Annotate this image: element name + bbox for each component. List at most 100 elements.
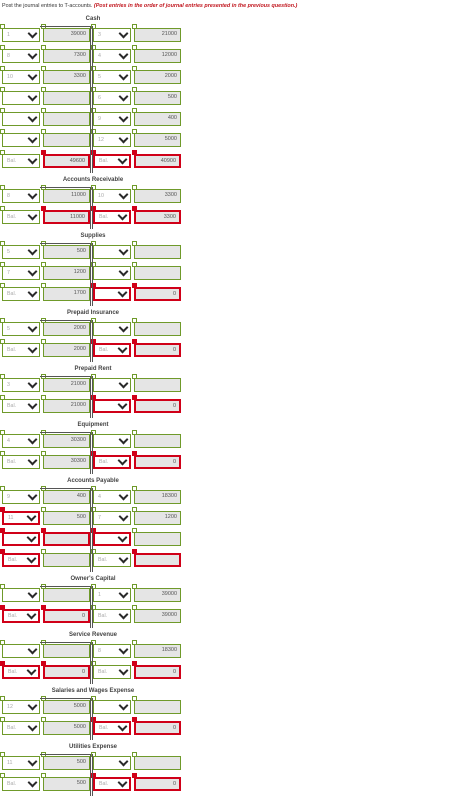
entry-amount-debit[interactable]: 5000: [43, 700, 90, 714]
balance-date-select-debit[interactable]: Bal.: [2, 210, 40, 224]
entry-amount-credit[interactable]: 500: [134, 91, 181, 105]
balance-amount-credit[interactable]: 0: [134, 287, 181, 301]
entry-amount-credit[interactable]: [134, 434, 181, 448]
balance-amount-debit[interactable]: 49600: [43, 154, 90, 168]
entry-date-select-debit[interactable]: [2, 133, 40, 147]
entry-date-select-credit[interactable]: [93, 266, 131, 280]
balance-date-select-credit[interactable]: Bal.: [93, 609, 131, 623]
entry-date-select-debit[interactable]: 7: [2, 266, 40, 280]
entry-date-select-credit[interactable]: [93, 245, 131, 259]
entry-amount-debit[interactable]: [43, 91, 90, 105]
balance-date-select-debit[interactable]: Bal.: [2, 721, 40, 735]
entry-date-select-debit[interactable]: 4: [2, 434, 40, 448]
entry-amount-credit[interactable]: 1200: [134, 511, 181, 525]
balance-amount-debit[interactable]: 21000: [43, 399, 90, 413]
entry-date-select-credit[interactable]: 7: [93, 511, 131, 525]
entry-date-select-credit[interactable]: 6: [93, 91, 131, 105]
entry-date-select-credit[interactable]: [93, 322, 131, 336]
entry-amount-debit[interactable]: 1200: [43, 266, 90, 280]
entry-date-select-debit[interactable]: 5: [2, 245, 40, 259]
balance-amount-debit[interactable]: [43, 553, 90, 567]
balance-date-select-debit[interactable]: Bal.: [2, 665, 40, 679]
entry-date-select-credit[interactable]: 12: [93, 133, 131, 147]
balance-date-select-credit[interactable]: Bal.: [93, 553, 131, 567]
entry-amount-debit[interactable]: 500: [43, 245, 90, 259]
entry-amount-debit[interactable]: 7300: [43, 49, 90, 63]
balance-date-select-credit[interactable]: Bal.: [93, 455, 131, 469]
entry-date-select-debit[interactable]: 8: [2, 189, 40, 203]
balance-date-select-credit[interactable]: [93, 399, 131, 413]
balance-amount-credit[interactable]: 0: [134, 665, 181, 679]
entry-date-select-debit[interactable]: 12: [2, 700, 40, 714]
entry-date-select-credit[interactable]: 8: [93, 644, 131, 658]
balance-date-select-credit[interactable]: Bal.: [93, 343, 131, 357]
balance-amount-credit[interactable]: 0: [134, 399, 181, 413]
entry-amount-debit[interactable]: [43, 644, 90, 658]
entry-amount-debit[interactable]: 2000: [43, 322, 90, 336]
entry-amount-debit[interactable]: 39000: [43, 28, 90, 42]
entry-amount-credit[interactable]: [134, 322, 181, 336]
balance-amount-credit[interactable]: 0: [134, 721, 181, 735]
entry-amount-debit[interactable]: 500: [43, 756, 90, 770]
entry-date-select-debit[interactable]: [2, 532, 40, 546]
balance-date-select-debit[interactable]: Bal.: [2, 399, 40, 413]
balance-amount-credit[interactable]: 39000: [134, 609, 181, 623]
entry-date-select-debit[interactable]: 3: [2, 378, 40, 392]
balance-amount-credit[interactable]: 40900: [134, 154, 181, 168]
balance-amount-credit[interactable]: [134, 553, 181, 567]
balance-amount-debit[interactable]: 1700: [43, 287, 90, 301]
entry-amount-debit[interactable]: [43, 112, 90, 126]
balance-date-select-credit[interactable]: [93, 287, 131, 301]
entry-amount-debit[interactable]: 3300: [43, 70, 90, 84]
entry-amount-debit[interactable]: 400: [43, 490, 90, 504]
entry-date-select-debit[interactable]: [2, 112, 40, 126]
entry-date-select-debit[interactable]: 11: [2, 511, 40, 525]
entry-date-select-credit[interactable]: 3: [93, 28, 131, 42]
entry-amount-credit[interactable]: 18300: [134, 644, 181, 658]
balance-date-select-credit[interactable]: Bal.: [93, 210, 131, 224]
entry-date-select-credit[interactable]: [93, 700, 131, 714]
balance-amount-credit[interactable]: 0: [134, 343, 181, 357]
balance-amount-debit[interactable]: 5000: [43, 721, 90, 735]
entry-amount-credit[interactable]: [134, 266, 181, 280]
balance-amount-debit[interactable]: 11000: [43, 210, 90, 224]
entry-amount-credit[interactable]: [134, 532, 181, 546]
balance-date-select-credit[interactable]: Bal.: [93, 665, 131, 679]
balance-date-select-credit[interactable]: Bal.: [93, 777, 131, 791]
entry-date-select-credit[interactable]: [93, 532, 131, 546]
entry-date-select-debit[interactable]: 11: [2, 756, 40, 770]
entry-date-select-debit[interactable]: 5: [2, 322, 40, 336]
entry-amount-credit[interactable]: 12000: [134, 49, 181, 63]
entry-date-select-credit[interactable]: 4: [93, 49, 131, 63]
entry-date-select-debit[interactable]: 9: [2, 490, 40, 504]
entry-amount-credit[interactable]: 39000: [134, 588, 181, 602]
entry-date-select-credit[interactable]: 1: [93, 588, 131, 602]
entry-date-select-debit[interactable]: [2, 644, 40, 658]
entry-date-select-credit[interactable]: 10: [93, 189, 131, 203]
entry-date-select-credit[interactable]: 4: [93, 490, 131, 504]
balance-date-select-debit[interactable]: Bal.: [2, 553, 40, 567]
entry-date-select-debit[interactable]: [2, 588, 40, 602]
entry-amount-credit[interactable]: [134, 756, 181, 770]
balance-amount-debit[interactable]: 0: [43, 665, 90, 679]
entry-amount-debit[interactable]: 11000: [43, 189, 90, 203]
entry-amount-debit[interactable]: 21000: [43, 378, 90, 392]
entry-date-select-credit[interactable]: [93, 378, 131, 392]
entry-date-select-credit[interactable]: [93, 434, 131, 448]
balance-amount-debit[interactable]: 2000: [43, 343, 90, 357]
entry-date-select-credit[interactable]: 5: [93, 70, 131, 84]
balance-date-select-debit[interactable]: Bal.: [2, 287, 40, 301]
balance-date-select-debit[interactable]: Bal.: [2, 777, 40, 791]
balance-amount-credit[interactable]: 3300: [134, 210, 181, 224]
balance-amount-debit[interactable]: 30300: [43, 455, 90, 469]
entry-amount-credit[interactable]: 3300: [134, 189, 181, 203]
balance-date-select-credit[interactable]: Bal.: [93, 721, 131, 735]
entry-amount-credit[interactable]: 18300: [134, 490, 181, 504]
entry-amount-credit[interactable]: 400: [134, 112, 181, 126]
balance-amount-credit[interactable]: 0: [134, 777, 181, 791]
balance-amount-debit[interactable]: 500: [43, 777, 90, 791]
entry-amount-debit[interactable]: [43, 588, 90, 602]
entry-amount-credit[interactable]: 2000: [134, 70, 181, 84]
entry-amount-credit[interactable]: 5000: [134, 133, 181, 147]
entry-amount-credit[interactable]: 21000: [134, 28, 181, 42]
